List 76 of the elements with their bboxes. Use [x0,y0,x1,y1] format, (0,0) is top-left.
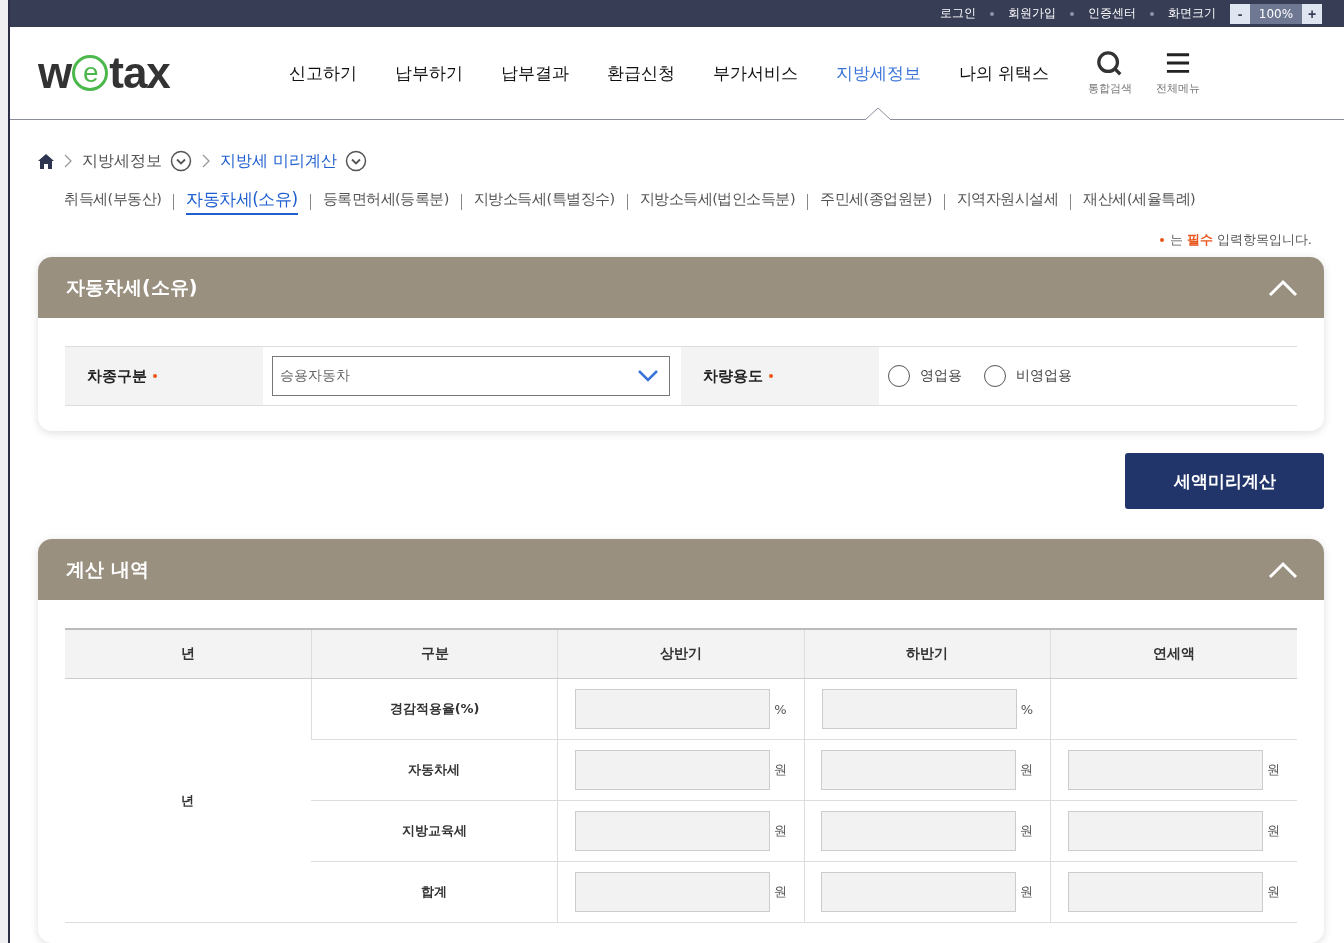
nav-item[interactable]: 환급신청 [587,27,694,120]
panel-title: 계산 내역 [66,556,149,582]
amount-field[interactable] [574,811,770,851]
amount-field[interactable] [821,689,1017,729]
tax-tab[interactable]: 자동차세(소유) [186,188,298,216]
tax-tab[interactable]: 주민세(종업원분) [820,190,932,214]
unit-label: % [774,701,787,717]
amount-field[interactable] [574,750,770,790]
amount-field[interactable] [1068,750,1264,790]
amount-field[interactable] [821,872,1017,912]
unit-label: 원 [773,822,787,840]
tax-tab[interactable]: 지방소득세(법인소득분) [639,190,796,214]
top-link[interactable]: 로그인 [940,5,976,23]
table-cell: 지방교육세 [401,823,467,838]
amount-field[interactable] [1068,872,1264,912]
column-header: 년 [65,629,312,679]
unit-label: % [1020,701,1034,717]
tax-tab[interactable]: 재산세(세율특례) [1083,190,1196,214]
nav-item[interactable]: 나의 위택스 [939,27,1069,120]
amount-field[interactable] [821,750,1017,790]
nav-item[interactable]: 납부하기 [375,27,482,120]
radio-label[interactable]: 비영업용 [1016,367,1072,386]
menu-button[interactable]: 전체메뉴 [1156,50,1201,97]
table-cell: 경감적용율(%) [389,701,480,716]
unit-label: 원 [773,761,787,779]
column-header: 하반기 [804,629,1051,679]
chevron-down-icon [637,369,659,384]
tax-tab[interactable]: 취득세(부동산) [64,190,162,214]
search-button[interactable]: 통합검색 [1088,50,1133,97]
table-cell: 년 [65,678,312,923]
column-header: 구분 [311,629,558,679]
unit-label: 원 [1267,883,1281,901]
nav-item[interactable]: 부가서비스 [693,27,817,120]
chevron-right-icon [202,154,210,169]
chevron-right-icon [64,154,72,169]
calculate-button[interactable]: 세액미리계산 [1125,453,1324,509]
nav-item[interactable]: 납부결과 [481,27,588,120]
top-link[interactable]: 인증센터 [1088,5,1136,23]
table-cell: 자동차세 [408,762,461,777]
field-label: 차량용도 [681,347,879,406]
nav-item[interactable]: 지방세정보 [816,27,940,120]
amount-field[interactable] [821,811,1017,851]
zoom-out-button[interactable]: - [1230,3,1250,24]
panel-title: 자동차세(소유) [66,274,198,300]
top-link[interactable]: 화면크기 [1168,5,1216,23]
top-link[interactable]: 회원가입 [1008,5,1056,23]
radio-label[interactable]: 영업용 [920,367,962,386]
column-header: 연세액 [1050,629,1297,679]
unit-label: 원 [1267,822,1281,840]
unit-label: 원 [1020,822,1034,840]
unit-label: 원 [1020,883,1034,901]
tax-tab[interactable]: 지역자원시설세 [956,190,1059,214]
breadcrumb-item[interactable]: 지방세 미리계산 [220,150,338,172]
table-cell: 합계 [421,884,448,899]
home-icon[interactable] [38,153,54,169]
tax-tab[interactable]: 지방소득세(특별징수) [473,190,615,214]
required-note: 는 필수 입력항목입니다. [1159,215,1344,250]
collapse-icon[interactable] [1268,278,1298,297]
dropdown-icon[interactable] [345,150,368,173]
breadcrumb-item[interactable]: 지방세정보 [82,150,162,172]
logo[interactable]: w e tax [38,48,170,99]
vehicle-type-select[interactable]: 승용자동차 [272,356,670,397]
collapse-icon[interactable] [1268,560,1298,579]
field-label: 차종구분 [65,347,263,406]
unit-label: 원 [1267,761,1281,779]
amount-field[interactable] [575,689,771,729]
zoom-value: 100% [1250,3,1302,24]
zoom-in-button[interactable]: + [1302,3,1322,24]
unit-label: 원 [1020,761,1034,779]
dropdown-icon[interactable] [170,150,192,173]
amount-field[interactable] [1068,811,1264,851]
tax-tab[interactable]: 등록면허세(등록분) [322,190,449,214]
unit-label: 원 [773,883,787,901]
nav-item[interactable]: 신고하기 [269,27,376,120]
column-header: 상반기 [557,629,805,679]
amount-field[interactable] [574,872,770,912]
